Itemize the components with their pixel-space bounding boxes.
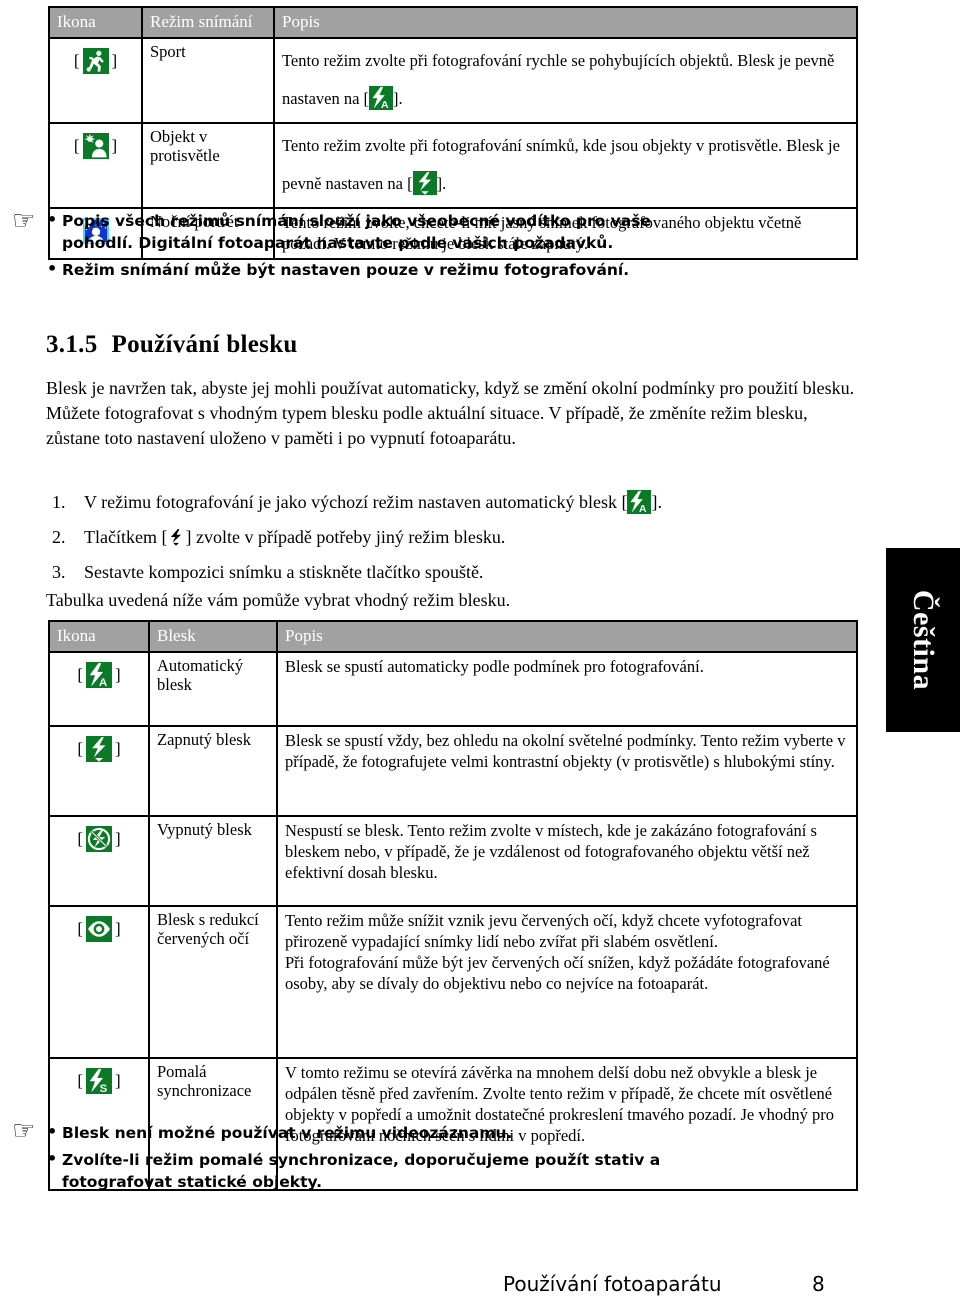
icon-bracket: [] bbox=[71, 132, 120, 160]
desc-text-part1: Tento režim zvolte při fotografování sní… bbox=[282, 136, 840, 193]
flash-mode-table-wrap: Ikona Blesk Popis [] Automatický blesk B… bbox=[48, 620, 858, 1191]
footer-title: Používání fotoaparátu bbox=[503, 1272, 722, 1296]
flash-auto-icon bbox=[627, 490, 652, 514]
red-eye-reduction-icon bbox=[86, 916, 112, 943]
step-text-part2: ] zvolte v případě potřeby jiný režim bl… bbox=[185, 527, 506, 547]
cell-name-flash-on: Zapnutý blesk bbox=[148, 725, 278, 817]
cell-name-auto-flash: Automatický blesk bbox=[148, 651, 278, 727]
flash-button-icon bbox=[167, 527, 185, 547]
column-header-ikona: Ikona bbox=[48, 6, 143, 39]
table-header-row: Ikona Režim snímání Popis bbox=[48, 6, 858, 39]
backlight-subject-icon bbox=[82, 133, 109, 160]
flash-slow-sync-icon bbox=[86, 1068, 112, 1095]
cell-desc-flash-on: Blesk se spustí vždy, bez ohledu na okol… bbox=[276, 725, 858, 817]
language-side-tab: Čeština bbox=[886, 548, 960, 732]
note-item: Blesk není možné používat v režimu video… bbox=[45, 1121, 765, 1144]
table-row: [] Blesk s redukcí červených očí Tento r… bbox=[48, 905, 858, 1059]
section-title: Používání blesku bbox=[111, 331, 298, 358]
after-steps-paragraph: Tabulka uvedená níže vám pomůže vybrat v… bbox=[46, 590, 511, 610]
pointing-hand-icon: ☞ bbox=[12, 1116, 36, 1146]
cell-name-red-eye: Blesk s redukcí červených očí bbox=[148, 905, 278, 1059]
cell-desc-red-eye: Tento režim může snížit vznik jevu červe… bbox=[276, 905, 858, 1059]
flash-mode-table: Ikona Blesk Popis [] Automatický blesk B… bbox=[48, 620, 858, 1191]
desc-text-part1: Tento režim zvolte při fotografování ryc… bbox=[282, 51, 835, 108]
note-item: Režim snímání může být nastaven pouze v … bbox=[45, 258, 665, 281]
column-header-blesk: Blesk bbox=[148, 620, 278, 653]
column-header-ikona: Ikona bbox=[48, 620, 150, 653]
cell-icon-red-eye: [] bbox=[48, 905, 150, 1059]
step-item-3: 3. Sestavte kompozici snímku a stiskněte … bbox=[46, 560, 876, 585]
table-row: [] Zapnutý blesk Blesk se spustí vždy, b… bbox=[48, 725, 858, 817]
table-header-row: Ikona Blesk Popis bbox=[48, 620, 858, 653]
icon-bracket: [] bbox=[74, 661, 123, 689]
icon-bracket: [] bbox=[74, 915, 123, 943]
flash-on-icon bbox=[412, 171, 437, 195]
table-row: [] Automatický blesk Blesk se spustí aut… bbox=[48, 651, 858, 727]
cell-icon-auto-flash: [] bbox=[48, 651, 150, 727]
flash-auto-icon bbox=[86, 662, 112, 689]
cell-icon-flash-on: [] bbox=[48, 725, 150, 817]
step-marker: 3. bbox=[52, 562, 66, 582]
sport-runner-icon bbox=[82, 48, 109, 75]
section-intro-paragraph: Blesk je navržen tak, abyste jej mohli p… bbox=[46, 378, 855, 448]
note-item: Popis všech režimů snímání slouží jako v… bbox=[45, 209, 665, 254]
cell-mode-backlight: Objekt v protisvětle bbox=[141, 122, 275, 209]
document-page: Ikona Režim snímání Popis [] Sport Tento… bbox=[0, 0, 960, 1307]
cell-desc-backlight: Tento režim zvolte při fotografování sní… bbox=[273, 122, 858, 209]
cell-icon-backlight: [] bbox=[48, 122, 143, 209]
step-text-part1: Sestavte kompozici snímku a stiskněte tl… bbox=[84, 562, 484, 582]
icon-bracket: [] bbox=[74, 735, 123, 763]
language-side-tab-label: Čeština bbox=[907, 589, 940, 691]
icon-bracket: [] bbox=[74, 825, 123, 853]
step-marker: 1. bbox=[52, 492, 66, 512]
step-text-part2: ]. bbox=[651, 492, 662, 512]
note-item: Zvolíte-li režim pomalé synchronizace, d… bbox=[45, 1148, 765, 1193]
desc-text-part2: ]. bbox=[436, 174, 447, 193]
flash-off-icon bbox=[86, 826, 112, 853]
column-header-popis: Popis bbox=[276, 620, 858, 653]
section-number: 3.1.5 bbox=[46, 331, 98, 358]
cell-desc-flash-off: Nespustí se blesk. Tento režim zvolte v … bbox=[276, 815, 858, 907]
cell-mode-sport: Sport bbox=[141, 37, 275, 124]
step-item-2: 2. Tlačítkem [ ] zvolte v případě potřeby … bbox=[46, 525, 876, 550]
icon-bracket: [] bbox=[74, 1067, 123, 1095]
icon-bracket: [] bbox=[71, 47, 120, 75]
cell-desc-sport: Tento režim zvolte při fotografování ryc… bbox=[273, 37, 858, 124]
step-marker: 2. bbox=[52, 527, 66, 547]
notes-bottom: Blesk není možné používat v režimu video… bbox=[45, 1121, 765, 1198]
flash-auto-icon bbox=[369, 86, 394, 110]
column-header-popis: Popis bbox=[273, 6, 858, 39]
cell-name-flash-off: Vypnutý blesk bbox=[148, 815, 278, 907]
steps-list: 1. V režimu fotografování je jako výchozí… bbox=[46, 490, 876, 595]
step-text-part1: V režimu fotografování je jako výchozí r… bbox=[84, 492, 628, 512]
step-item-1: 1. V režimu fotografování je jako výchozí… bbox=[46, 490, 876, 515]
step-text-part1: Tlačítkem [ bbox=[84, 527, 168, 547]
cell-desc-auto-flash: Blesk se spustí automaticky podle podmín… bbox=[276, 651, 858, 727]
pointing-hand-icon: ☞ bbox=[12, 206, 36, 236]
notes-top: Popis všech režimů snímání slouží jako v… bbox=[45, 209, 665, 286]
table-row: [] Vypnutý blesk Nespustí se blesk. Tent… bbox=[48, 815, 858, 907]
flash-on-icon bbox=[86, 736, 112, 763]
table-row: [] Sport Tento režim zvolte při fotograf… bbox=[48, 37, 858, 124]
footer-page-number: 8 bbox=[812, 1272, 825, 1296]
column-header-rezim-snimani: Režim snímání bbox=[141, 6, 275, 39]
table-row: [] Objekt v protisvětle Tento režim zvol… bbox=[48, 122, 858, 209]
cell-icon-sport: [] bbox=[48, 37, 143, 124]
cell-icon-flash-off: [] bbox=[48, 815, 150, 907]
desc-text-part2: ]. bbox=[393, 89, 403, 108]
section-heading: 3.1.5 Používání blesku bbox=[46, 330, 298, 360]
